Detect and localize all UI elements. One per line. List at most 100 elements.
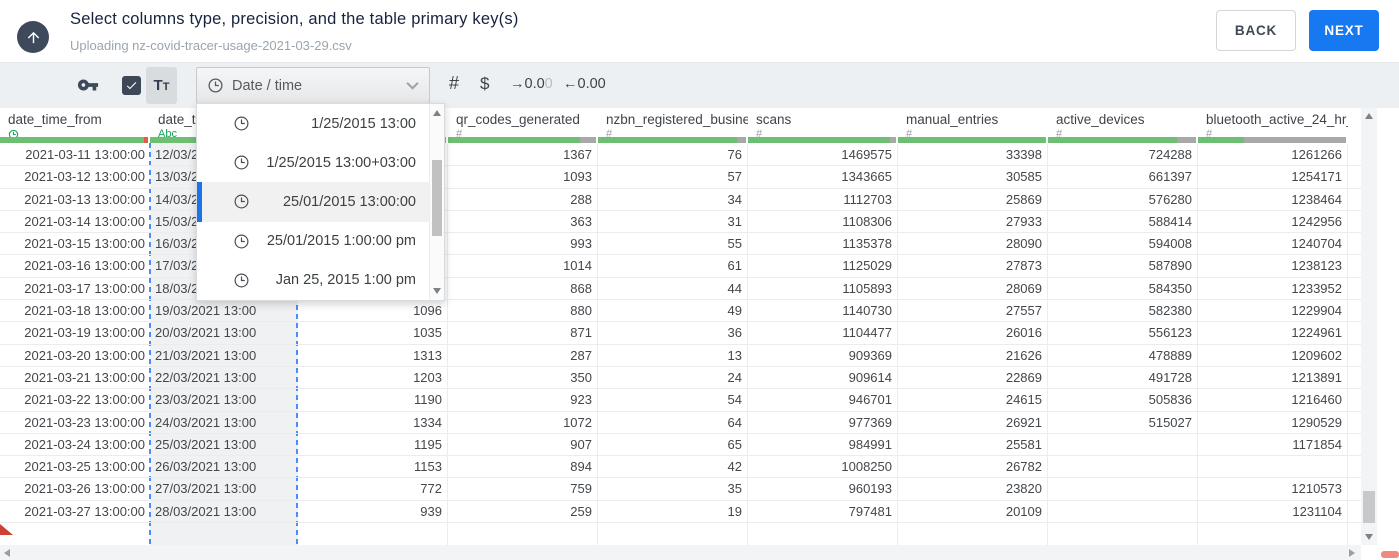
table-cell: 587890 — [1048, 255, 1198, 277]
table-cell — [898, 523, 1048, 546]
table-cell: 1231104 — [1198, 500, 1348, 523]
table-cell: 21/03/2021 13:00 — [155, 347, 257, 363]
column-type-select[interactable]: Date / time — [196, 67, 430, 104]
dropdown-scrollbar[interactable] — [429, 104, 444, 300]
dropdown-option[interactable]: 1/25/2015 13:00 — [197, 104, 430, 143]
table-cell: 1216460 — [1198, 389, 1348, 411]
table-cell: 1224961 — [1198, 322, 1348, 344]
table-cell: 1210573 — [1198, 478, 1348, 500]
primary-key-icon[interactable] — [77, 74, 99, 96]
dropdown-option[interactable]: 25/01/2015 1:00:00 pm — [197, 222, 430, 261]
table-row: 2021-03-23 13:00:00 24/03/2021 13:00 1334 1… — [0, 411, 1361, 434]
table-cell: 1153 — [298, 456, 448, 478]
table-cell: 1072 — [448, 411, 598, 433]
dropdown-option[interactable]: Jan 25, 2015 1:00 pm — [197, 261, 430, 300]
scroll-down-icon[interactable] — [1365, 534, 1373, 540]
dropdown-option-label: Jan 25, 2015 1:00 pm — [275, 272, 416, 289]
table-cell: 27/03/2021 13:00 — [155, 481, 257, 497]
table-cell: 35 — [598, 478, 748, 500]
table-row: 2021-03-18 13:00:00 19/03/2021 13:00 1096 8… — [0, 300, 1361, 323]
table-row: 2021-03-26 13:00:00 27/03/2021 13:00 772 75… — [0, 478, 1361, 501]
table-cell: 1093 — [448, 166, 598, 188]
table-cell: 19/03/2021 13:00 — [155, 303, 257, 319]
vertical-scrollbar[interactable] — [1361, 108, 1377, 545]
column-name: active_devices — [1056, 112, 1145, 127]
dropdown-option[interactable]: 25/01/2015 13:00:00 — [197, 182, 430, 222]
header: Select columns type, precision, and the … — [0, 0, 1399, 63]
table-cell: 31 — [598, 210, 748, 233]
table-cell: 960193 — [748, 478, 898, 500]
table-cell: 1203 — [298, 366, 448, 389]
vertical-scrollbar-thumb[interactable] — [1363, 491, 1375, 523]
table-cell: 27873 — [898, 255, 1048, 277]
table-cell: 64 — [598, 411, 748, 433]
table-cell: 26921 — [898, 411, 1048, 433]
table-cell: 584350 — [1048, 277, 1198, 300]
dropdown-option-label: 25/01/2015 1:00:00 pm — [266, 233, 416, 250]
table-cell: 288 — [448, 188, 598, 210]
scroll-up-icon[interactable] — [1365, 113, 1373, 119]
table-cell: 30585 — [898, 166, 1048, 188]
table-cell: 26/03/2021 13:00 — [155, 459, 257, 475]
table-cell: 1104477 — [748, 322, 898, 344]
table-cell: 868 — [448, 277, 598, 300]
table-cell: 13 — [598, 344, 748, 366]
table-cell: 1240704 — [1198, 233, 1348, 255]
table-cell: 44 — [598, 277, 748, 300]
column-name: nzbn_registered_busine — [606, 112, 748, 127]
horizontal-scrollbar[interactable] — [0, 545, 1361, 560]
table-cell: 909614 — [748, 366, 898, 389]
table-cell: 27557 — [898, 300, 1048, 322]
table-cell: 1112703 — [748, 188, 898, 210]
back-button[interactable]: BACK — [1216, 10, 1296, 51]
number-format-icon[interactable]: # — [449, 73, 459, 94]
table-cell: 515027 — [1048, 411, 1198, 433]
table-cell: 491728 — [1048, 366, 1198, 389]
table-cell: 1096 — [298, 300, 448, 322]
table-row: 2021-03-25 13:00:00 26/03/2021 13:00 1153 8… — [0, 456, 1361, 479]
table-cell: 2021-03-19 13:00:00 — [24, 325, 145, 341]
clock-icon — [233, 193, 250, 210]
table-cell: 36 — [598, 322, 748, 344]
currency-format-icon[interactable]: $ — [480, 74, 489, 94]
table-cell: 2021-03-18 13:00:00 — [24, 303, 145, 319]
increase-decimal-button[interactable]: ← 0.00 — [563, 76, 606, 92]
table-cell: 1367 — [448, 144, 598, 166]
column-type-value: Date / time — [232, 77, 303, 94]
scroll-left-icon[interactable] — [4, 549, 10, 557]
table-cell: 42 — [598, 456, 748, 478]
table-cell: 1238123 — [1198, 255, 1348, 277]
scroll-down-icon[interactable] — [433, 288, 441, 294]
table-cell: 1140730 — [748, 300, 898, 322]
table-cell: 909369 — [748, 344, 898, 366]
dropdown-scrollbar-thumb[interactable] — [432, 160, 442, 236]
table-cell: 977369 — [748, 411, 898, 433]
table-cell: 20/03/2021 13:00 — [155, 325, 257, 341]
table-cell: 2021-03-24 13:00:00 — [24, 436, 145, 452]
table-cell: 2021-03-15 13:00:00 — [24, 236, 145, 252]
table-cell — [598, 523, 748, 546]
include-column-checkbox[interactable] — [122, 76, 141, 95]
table-cell — [1048, 523, 1198, 546]
table-cell: 923 — [448, 389, 598, 411]
clock-icon — [233, 233, 250, 250]
scroll-up-icon[interactable] — [433, 110, 441, 116]
table-cell: 759 — [448, 478, 598, 500]
table-cell: 724288 — [1048, 144, 1198, 166]
next-button[interactable]: NEXT — [1309, 10, 1379, 51]
column-quality-bar — [898, 137, 1046, 143]
text-type-button[interactable]: Tt — [146, 67, 177, 104]
clock-icon — [207, 77, 224, 94]
table-cell: 2021-03-25 13:00:00 — [24, 459, 145, 475]
table-cell: 26016 — [898, 322, 1048, 344]
table-cell: 1290529 — [1198, 411, 1348, 433]
table-cell: 25869 — [898, 188, 1048, 210]
scroll-right-icon[interactable] — [1349, 549, 1355, 557]
decrease-decimal-button[interactable]: → 0.0 0 — [510, 76, 553, 92]
table-cell — [1048, 456, 1198, 478]
dropdown-option[interactable]: 1/25/2015 13:00+03:00 — [197, 143, 430, 182]
column-quality-bar — [598, 137, 746, 143]
table-cell: 894 — [448, 456, 598, 478]
table-cell: 1343665 — [748, 166, 898, 188]
table-cell: 2021-03-16 13:00:00 — [24, 258, 145, 274]
